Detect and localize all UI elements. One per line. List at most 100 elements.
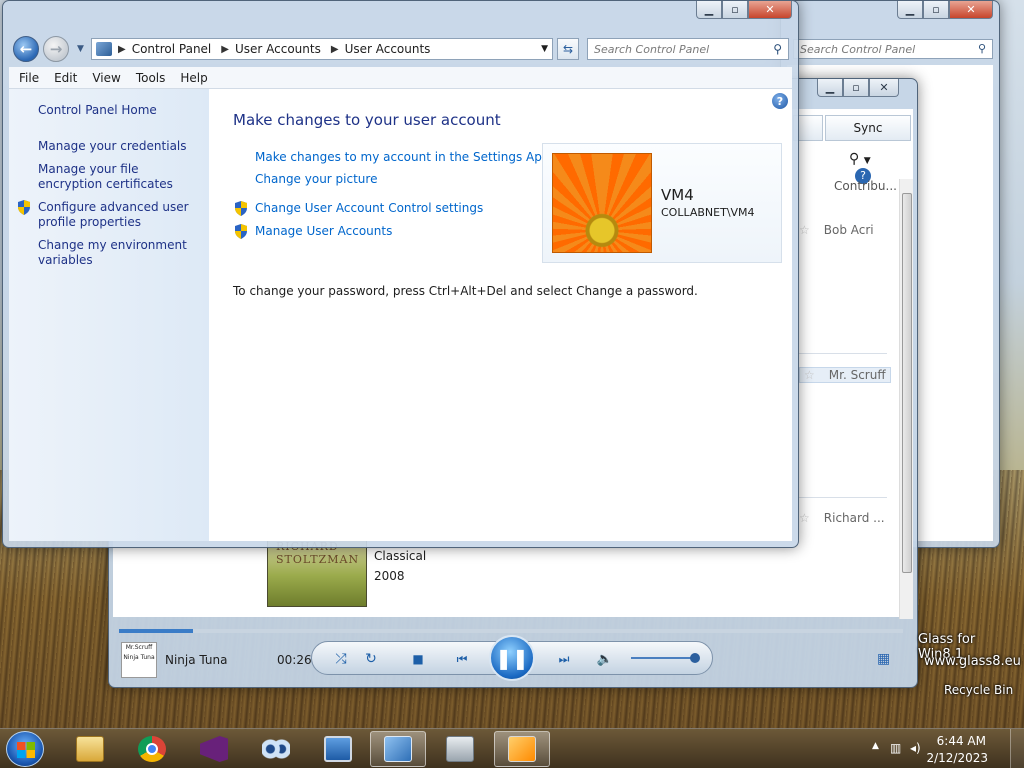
media-player-icon [508,736,536,762]
show-desktop-button[interactable] [1010,729,1024,768]
album-art-text: STOLTZMAN [276,553,360,566]
breadcrumb-item[interactable]: User Accounts [345,42,431,56]
minimize-button[interactable]: ▁ [897,1,923,19]
taskbar-remote-assist[interactable] [248,731,304,767]
taskbar-visual-studio[interactable] [186,731,242,767]
sidebar-item-manage-credentials[interactable]: Manage your credentials [38,139,206,154]
forward-button[interactable]: → [43,36,69,62]
task-link-settings-app[interactable]: Make changes to my account in the Settin… [255,150,549,164]
taskbar-chrome[interactable] [124,731,180,767]
visual-studio-icon [200,736,228,762]
sidebar-item-advanced-profile[interactable]: Configure advanced user profile properti… [38,200,206,230]
taskbar: ▲ ▥ ◂) 6:44 AM 2/12/2023 [0,728,1024,768]
rating-star-icon[interactable]: ☆ [799,511,810,525]
seek-bar[interactable] [119,629,903,633]
task-link-uac-settings[interactable]: Change User Account Control settings [255,201,483,215]
column-header-contributing[interactable]: Contribu... [834,179,897,193]
taskbar-media-player[interactable] [494,731,550,767]
contributor: Richard ... [823,511,885,525]
close-button[interactable]: ✕ [748,1,792,19]
list-item[interactable]: ☆ Mr. Scruff [799,367,891,383]
list-item[interactable]: ☆ Bob Acri [799,223,874,237]
menu-file[interactable]: File [19,71,39,85]
chevron-right-icon[interactable]: ▶ [118,44,126,55]
clock-time[interactable]: 6:44 AM [937,734,986,748]
previous-icon[interactable]: ⏮ [444,642,480,676]
breadcrumb-item[interactable]: Control Panel [132,42,212,56]
navigation-bar: ← → ▼ ▶ Control Panel ▶ User Accounts ▶ … [11,34,790,62]
close-button[interactable]: ✕ [869,79,899,97]
back-button[interactable]: ← [13,36,39,62]
chevron-down-icon[interactable]: ▼ [864,156,871,166]
minimize-button[interactable]: ▁ [817,79,843,97]
start-button[interactable] [6,731,44,767]
breadcrumb-item[interactable]: User Accounts [235,42,321,56]
control-panel-icon [384,736,412,762]
control-panel-window[interactable]: ▁ ▫ ✕ ← → ▼ ▶ Control Panel ▶ User Accou… [2,0,799,548]
minimize-button[interactable]: ▁ [696,1,722,19]
repeat-icon[interactable]: ↻ [360,642,382,676]
maximize-button[interactable]: ▫ [722,1,748,19]
close-button[interactable]: ✕ [949,1,993,19]
password-note: To change your password, press Ctrl+Alt+… [233,284,698,298]
stop-icon[interactable]: ■ [408,642,428,676]
forward-arrow-icon: → [49,40,63,58]
monitor-icon [324,736,352,762]
clock-date[interactable]: 2/12/2023 [926,751,988,765]
search-icon[interactable]: ⚲ [773,42,782,56]
refresh-button[interactable]: ⇆ [557,38,579,60]
menu-view[interactable]: View [92,71,120,85]
vertical-scrollbar[interactable] [899,179,913,619]
menu-tools[interactable]: Tools [136,71,166,85]
sidebar: Control Panel Home Manage your credentia… [9,89,209,541]
chevron-right-icon[interactable]: ▶ [331,44,339,55]
recycle-bin-label[interactable]: Recycle Bin [944,683,1013,697]
divider [799,497,887,498]
rating-star-icon[interactable]: ☆ [804,368,815,382]
volume-slider[interactable] [631,653,700,663]
sync-tab[interactable]: Sync [825,115,911,141]
network-icon[interactable]: ▥ [890,741,901,755]
taskbar-remote-desktop[interactable] [310,731,366,767]
task-link-manage-accounts[interactable]: Manage User Accounts [255,224,392,238]
volume-icon[interactable]: ◂) [910,741,921,755]
switch-to-library-icon[interactable]: ▦ [877,651,890,667]
chevron-right-icon[interactable]: ▶ [221,44,229,55]
user-picture[interactable] [552,153,652,253]
caption-buttons: ▁ ▫ ✕ [696,1,792,19]
address-bar[interactable]: ▶ Control Panel ▶ User Accounts ▶ User A… [91,38,553,60]
task-link-change-picture[interactable]: Change your picture [255,172,377,186]
album-genre: Classical [374,549,427,563]
user-domain: COLLABNET\VM4 [661,206,755,219]
taskbar-file-explorer[interactable] [62,731,118,767]
search-icon[interactable]: ⚲ [978,42,986,55]
next-icon[interactable]: ⏭ [546,642,582,676]
volume-slider-knob[interactable] [690,653,700,663]
user-name: VM4 [661,186,694,204]
chevron-down-icon[interactable]: ▼ [541,44,548,54]
pause-button[interactable]: ❚❚ [489,635,535,681]
menu-help[interactable]: Help [180,71,207,85]
recent-pages-dropdown[interactable]: ▼ [77,44,84,54]
rating-star-icon[interactable]: ☆ [799,223,810,237]
taskbar-control-panel[interactable] [370,731,426,767]
shuffle-icon[interactable]: ⤮ [330,642,352,676]
search-input[interactable]: Search Control Panel ⚲ [793,39,993,59]
library-search[interactable]: ⚲ ▼ ? [849,151,889,184]
maximize-button[interactable]: ▫ [923,1,949,19]
menu-edit[interactable]: Edit [54,71,77,85]
show-hidden-icons-icon[interactable]: ▲ [872,741,879,751]
list-item[interactable]: ☆ Richard ... [799,511,885,525]
search-placeholder: Search Control Panel [594,43,710,56]
search-icon[interactable]: ⚲ [849,151,859,167]
maximize-button[interactable]: ▫ [843,79,869,97]
search-input[interactable]: Search Control Panel ⚲ [587,38,789,60]
sidebar-item-control-panel-home[interactable]: Control Panel Home [38,103,206,118]
volume-icon[interactable]: 🔈 [594,642,616,676]
sidebar-item-environment-variables[interactable]: Change my environment variables [38,238,206,268]
now-playing-art-text: Mr.Scruff Ninja Tuna [123,644,155,661]
help-icon[interactable]: ? [772,93,788,109]
taskbar-system-backup[interactable] [432,731,488,767]
scrollbar-thumb[interactable] [902,193,912,573]
sidebar-item-file-encryption[interactable]: Manage your file encryption certificates [38,162,206,192]
